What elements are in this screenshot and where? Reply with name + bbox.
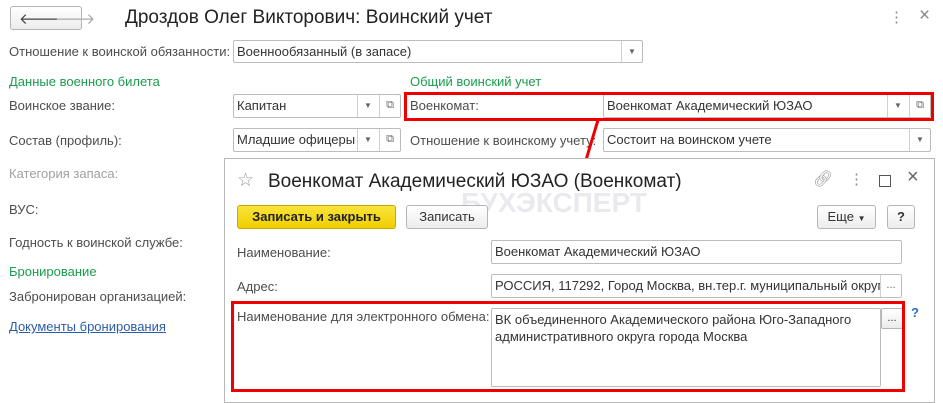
address-label: Адрес: [237,279,278,294]
more-icon[interactable]: ⋮ [849,170,864,188]
name-value: Военкомат Академический ЮЗАО [495,244,701,259]
name-label: Наименование: [237,245,331,260]
dialog-title: Военкомат Академический ЮЗАО (Военкомат) [268,171,682,192]
save-button[interactable]: Записать [406,205,488,229]
maximize-icon[interactable] [879,175,891,187]
name-input[interactable]: Военкомат Академический ЮЗАО [491,240,902,264]
close-icon[interactable]: × [907,166,919,189]
more-button[interactable]: Еще ▼ [817,205,876,229]
more-label: Еще [827,209,854,224]
address-input[interactable]: РОССИЯ, 117292, Город Москва, вн.тер.г. … [491,274,902,298]
address-value: РОССИЯ, 117292, Город Москва, вн.тер.г. … [495,278,883,293]
highlight-exchange-name [231,301,905,392]
chevron-down-icon: ▼ [857,214,866,223]
star-icon[interactable]: ☆ [237,169,254,192]
help-button[interactable]: ? [887,205,915,229]
save-close-button[interactable]: Записать и закрыть [237,205,396,229]
ellipsis-button[interactable]: ... [880,275,901,297]
hint-icon[interactable]: ? [911,305,919,320]
link-icon[interactable]: 🔗︎ [813,169,833,189]
